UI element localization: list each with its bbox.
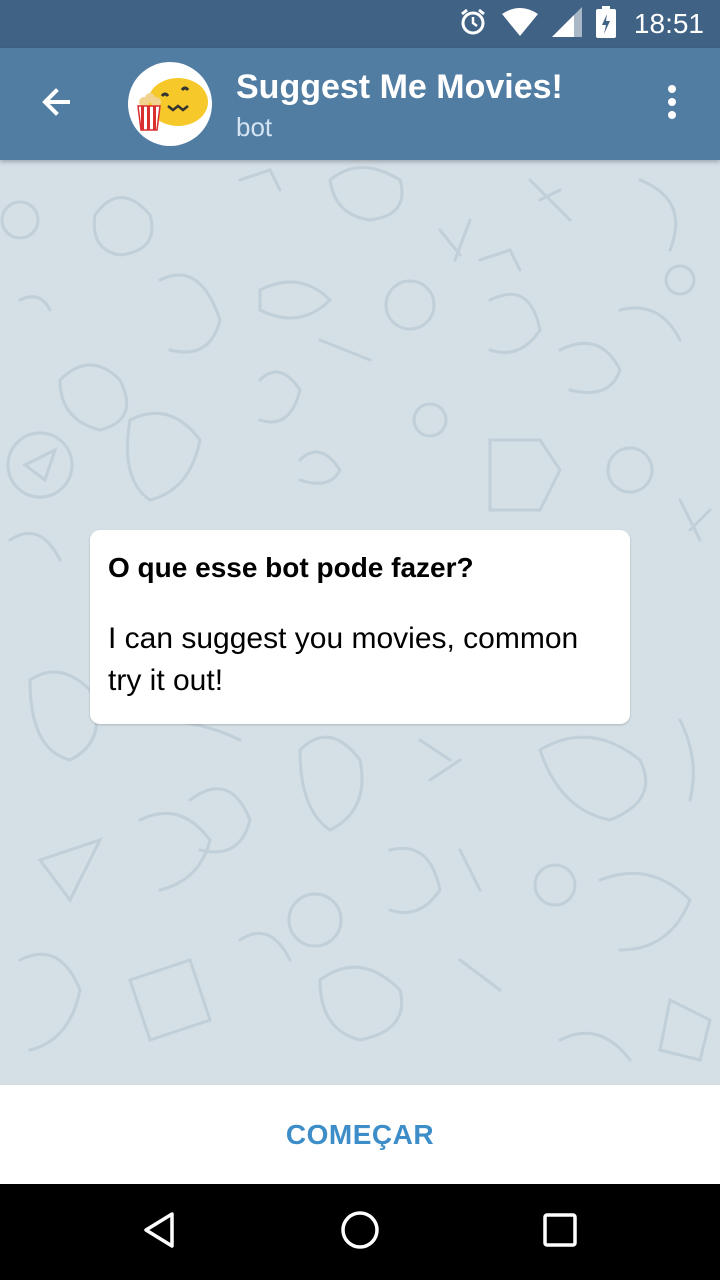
- more-options-button[interactable]: [648, 78, 696, 130]
- popcorn-bot-icon: [128, 78, 212, 146]
- chat-header: Suggest Me Movies! bot: [0, 48, 720, 160]
- recents-square-icon: [542, 1212, 578, 1253]
- bottom-action-bar: COMEÇAR: [0, 1084, 720, 1184]
- bot-info-card: O que esse bot pode fazer? I can suggest…: [90, 530, 630, 724]
- bot-info-title: O que esse bot pode fazer?: [108, 552, 474, 583]
- signal-icon: [551, 6, 582, 42]
- back-button[interactable]: [20, 78, 92, 130]
- wifi-icon: [501, 7, 538, 41]
- battery-icon: [595, 5, 616, 43]
- chat-area: O que esse bot pode fazer? I can suggest…: [0, 160, 720, 1084]
- avatar[interactable]: [128, 62, 212, 146]
- nav-home-button[interactable]: [334, 1206, 386, 1258]
- home-circle-icon: [339, 1209, 381, 1256]
- bot-info-description: I can suggest you movies, common try it …: [108, 622, 579, 697]
- arrow-left-icon: [38, 84, 74, 125]
- status-icons: 18:51: [458, 0, 704, 48]
- alarm-icon: [458, 7, 488, 42]
- back-triangle-icon: [140, 1210, 180, 1255]
- more-vertical-icon: [666, 84, 678, 125]
- nav-back-button[interactable]: [134, 1206, 186, 1258]
- start-button[interactable]: COMEÇAR: [256, 1101, 464, 1169]
- navigation-bar: [0, 1184, 720, 1280]
- status-time: 18:51: [633, 8, 704, 39]
- chat-subtitle: bot: [236, 112, 273, 142]
- status-bar: 18:51: [0, 0, 720, 48]
- chat-title: Suggest Me Movies!: [236, 68, 563, 106]
- nav-recents-button[interactable]: [534, 1206, 586, 1258]
